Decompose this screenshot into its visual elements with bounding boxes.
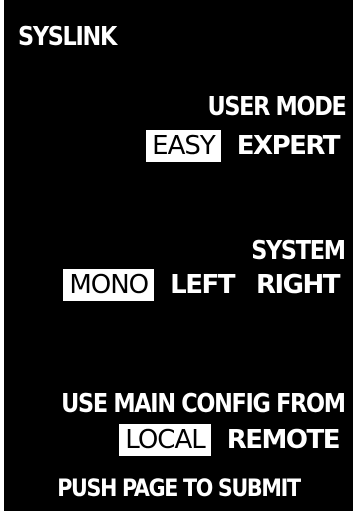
system-option-mono[interactable]: MONO (63, 269, 155, 301)
system-option-right[interactable]: RIGHT (250, 269, 345, 301)
config-source-heading: USE MAIN CONFIG FROM (61, 389, 346, 419)
user-mode-option-expert[interactable]: EXPERT (231, 130, 345, 162)
config-source-option-local[interactable]: LOCAL (119, 424, 211, 456)
screen-title: SYSLINK (18, 22, 117, 52)
system-heading: SYSTEM (251, 236, 347, 266)
system-options: MONO LEFT RIGHT (63, 269, 345, 301)
user-mode-heading: USER MODE (206, 92, 346, 122)
config-source-options: LOCAL REMOTE (119, 424, 345, 456)
user-mode-option-easy[interactable]: EASY (146, 130, 221, 162)
submit-instruction: PUSH PAGE TO SUBMIT (57, 474, 301, 502)
config-source-option-remote[interactable]: REMOTE (221, 424, 345, 456)
system-option-left[interactable]: LEFT (164, 269, 240, 301)
user-mode-options: EASY EXPERT (146, 130, 345, 162)
syslink-screen: SYSLINK USER MODE EASY EXPERT SYSTEM MON… (4, 0, 353, 511)
